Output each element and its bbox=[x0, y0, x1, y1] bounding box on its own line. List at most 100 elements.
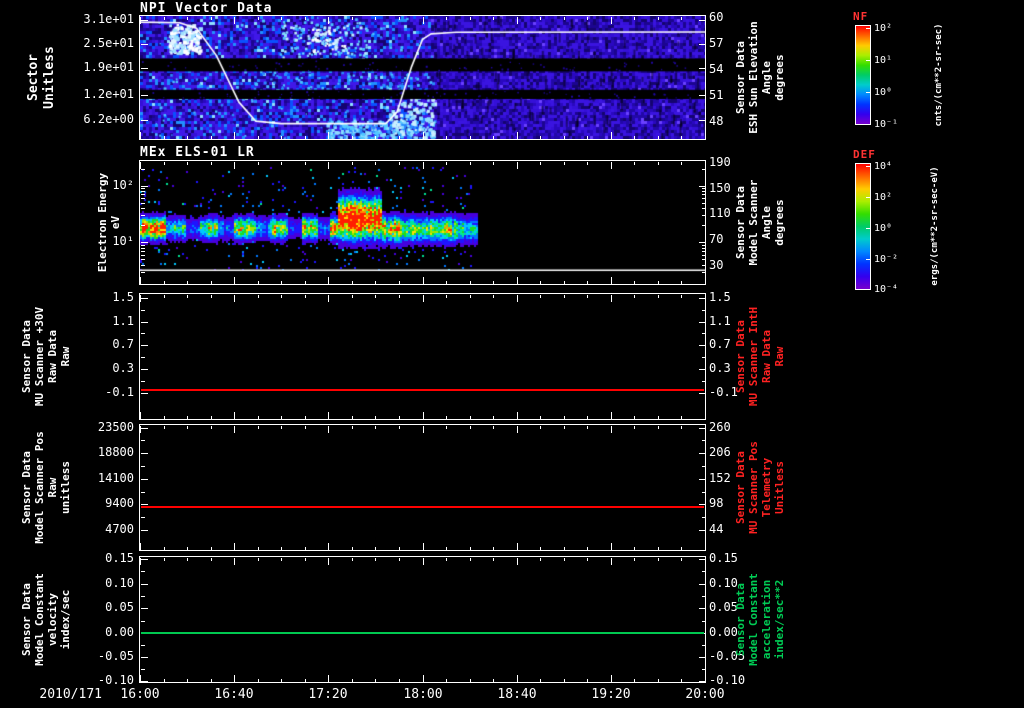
tick-mark bbox=[328, 543, 329, 550]
tick-mark bbox=[423, 132, 424, 139]
tick-mark bbox=[705, 295, 706, 302]
tick-mark bbox=[540, 416, 541, 419]
tick-mark bbox=[866, 124, 871, 125]
tick-mark bbox=[328, 162, 329, 169]
tick-mark bbox=[611, 132, 612, 139]
tick-mark bbox=[399, 558, 400, 561]
tick-mark bbox=[493, 136, 494, 139]
tick-mark bbox=[211, 416, 212, 419]
x-tick-label: 16:40 bbox=[214, 687, 254, 702]
tick-mark bbox=[328, 412, 329, 419]
tick-mark bbox=[493, 295, 494, 298]
tick-mark bbox=[702, 248, 706, 249]
tick-mark bbox=[141, 504, 148, 505]
tick-mark bbox=[140, 558, 141, 565]
colorbar-tick-label: 10² bbox=[874, 23, 893, 34]
tick-mark bbox=[399, 136, 400, 139]
tick-mark bbox=[141, 322, 148, 323]
tick-mark bbox=[423, 543, 424, 550]
tick-mark bbox=[540, 558, 541, 561]
tick-mark bbox=[423, 675, 424, 682]
tick-mark bbox=[164, 679, 165, 682]
tick-mark bbox=[141, 669, 145, 670]
tick-mark bbox=[702, 381, 706, 382]
tick-mark bbox=[681, 17, 682, 20]
y-axis-label-text: Sensor Data MU Scanner +30V Raw Data Raw bbox=[20, 306, 72, 407]
tick-mark bbox=[234, 558, 235, 565]
tick-mark bbox=[140, 543, 141, 550]
tick-mark bbox=[658, 17, 659, 20]
tick-mark bbox=[141, 393, 148, 394]
tick-mark bbox=[141, 530, 148, 531]
tick-mark bbox=[141, 95, 148, 96]
tick-mark bbox=[702, 517, 706, 518]
tick-mark bbox=[866, 92, 871, 93]
tick-mark bbox=[258, 295, 259, 298]
tick-mark bbox=[141, 169, 145, 170]
tick-mark bbox=[634, 281, 635, 284]
tick-mark bbox=[470, 426, 471, 429]
data-line bbox=[141, 506, 704, 508]
tick-mark bbox=[705, 277, 706, 284]
y-axis-label-text: Electron Energy eV bbox=[96, 172, 122, 273]
tick-mark bbox=[423, 295, 424, 302]
tick-mark bbox=[234, 675, 235, 682]
tick-mark bbox=[866, 289, 871, 290]
tick-mark bbox=[305, 679, 306, 682]
tick-mark bbox=[187, 547, 188, 550]
tick-mark bbox=[211, 281, 212, 284]
tick-mark bbox=[702, 357, 706, 358]
tick-mark bbox=[305, 416, 306, 419]
tick-mark bbox=[658, 416, 659, 419]
tick-mark bbox=[258, 426, 259, 429]
tick-mark bbox=[564, 295, 565, 298]
tick-mark bbox=[517, 412, 518, 419]
tick-mark bbox=[141, 188, 145, 189]
tick-mark bbox=[611, 558, 612, 565]
tick-mark bbox=[141, 242, 148, 243]
tick-mark bbox=[564, 558, 565, 561]
tick-mark bbox=[305, 136, 306, 139]
tick-mark bbox=[211, 558, 212, 561]
tick-mark bbox=[281, 281, 282, 284]
tplot-figure: NPI Vector Data MEx ELS-01 LR 2010/171 N… bbox=[0, 0, 1024, 708]
tick-mark bbox=[211, 162, 212, 165]
tick-mark bbox=[564, 426, 565, 429]
tick-mark bbox=[587, 162, 588, 165]
tick-mark bbox=[141, 20, 148, 21]
tick-mark bbox=[705, 543, 706, 550]
tick-mark bbox=[187, 558, 188, 561]
tick-mark bbox=[699, 369, 706, 370]
tick-mark bbox=[540, 281, 541, 284]
tick-mark bbox=[587, 416, 588, 419]
tick-mark bbox=[187, 295, 188, 298]
tick-mark bbox=[634, 136, 635, 139]
tick-mark bbox=[375, 679, 376, 682]
tick-mark bbox=[634, 416, 635, 419]
tick-mark bbox=[328, 132, 329, 139]
tick-mark bbox=[470, 295, 471, 298]
tick-mark bbox=[141, 248, 145, 249]
tick-mark bbox=[375, 416, 376, 419]
tick-mark bbox=[470, 162, 471, 165]
tick-mark bbox=[423, 426, 424, 433]
tick-mark bbox=[141, 215, 145, 216]
tick-mark bbox=[211, 426, 212, 429]
tick-mark bbox=[141, 198, 145, 199]
tick-mark bbox=[470, 17, 471, 20]
tick-mark bbox=[423, 558, 424, 565]
tick-mark bbox=[587, 547, 588, 550]
tick-mark bbox=[305, 426, 306, 429]
npi-heatmap-canvas bbox=[140, 16, 705, 139]
tick-mark bbox=[540, 295, 541, 298]
tick-mark bbox=[705, 675, 706, 682]
y-axis-label-text: Sensor Data Model Scanner Pos Raw unitle… bbox=[20, 431, 72, 544]
tick-mark bbox=[164, 558, 165, 561]
tick-mark bbox=[681, 295, 682, 298]
tick-mark bbox=[540, 547, 541, 550]
tick-mark bbox=[705, 132, 706, 139]
x-tick-label: 19:20 bbox=[591, 687, 631, 702]
tick-mark bbox=[141, 453, 148, 454]
tick-mark bbox=[540, 162, 541, 165]
tick-mark bbox=[164, 281, 165, 284]
